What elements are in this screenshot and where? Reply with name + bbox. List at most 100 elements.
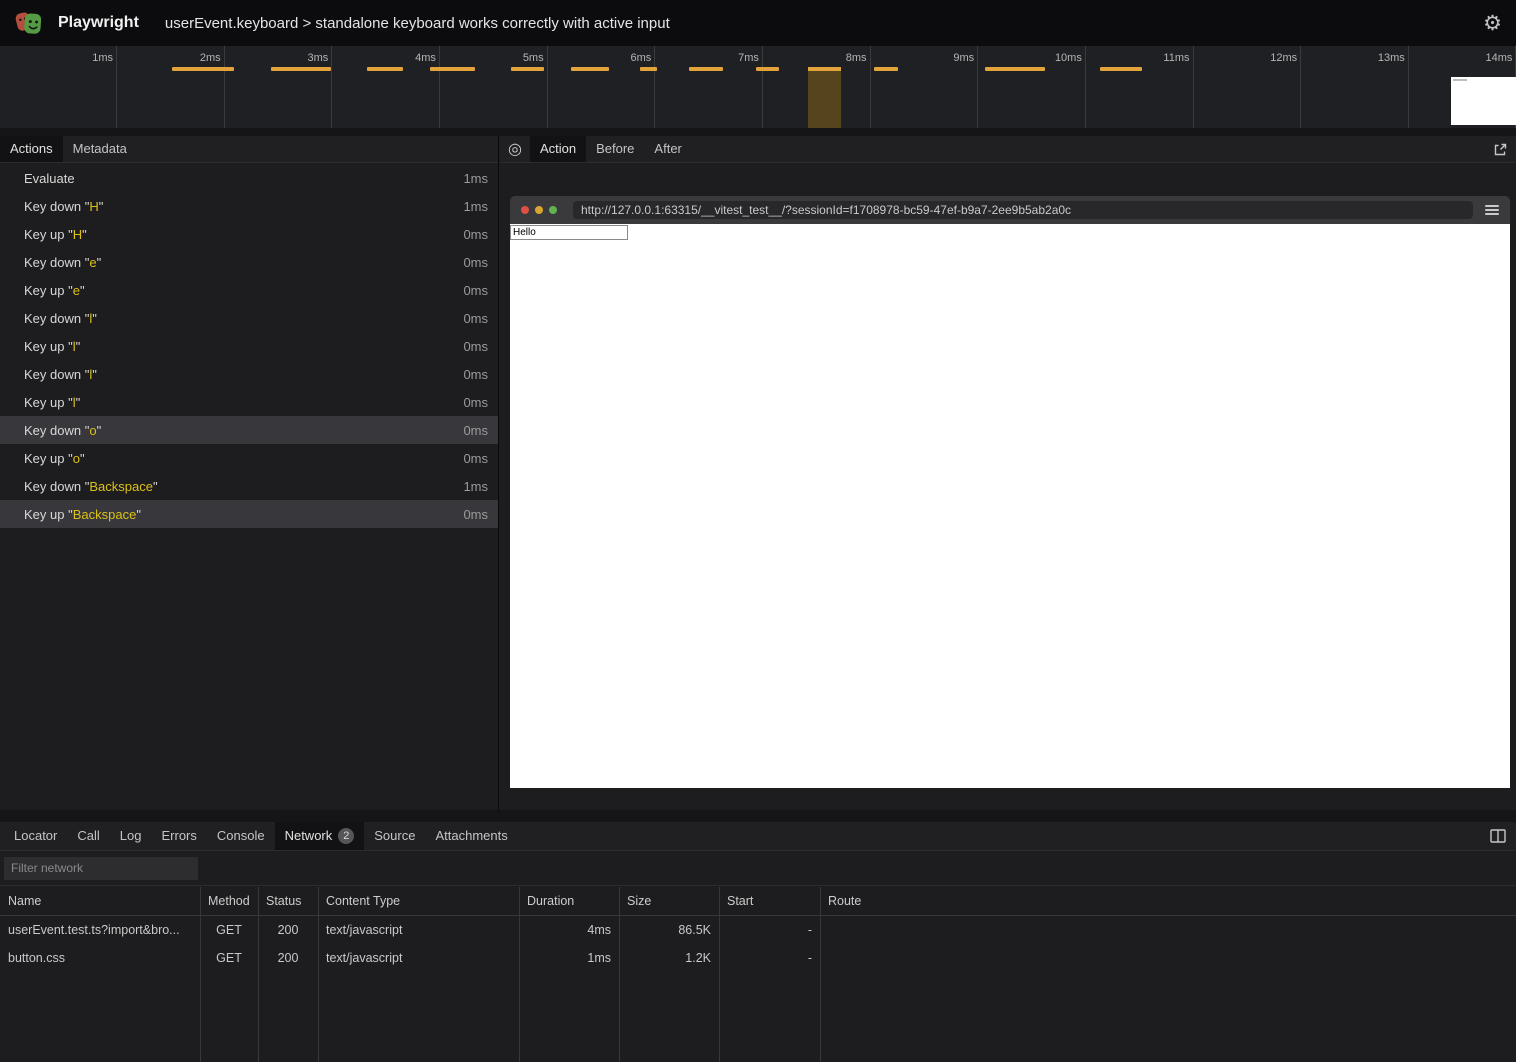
action-duration: 0ms (463, 507, 488, 522)
timeline-action-bar[interactable] (689, 67, 723, 71)
actions-panel: ActionsMetadata Evaluate "" 1ms Key down… (0, 136, 499, 810)
action-list-item[interactable]: Key down "o" 0ms (0, 416, 498, 444)
timeline-action-bar[interactable] (511, 67, 544, 71)
net-col-size[interactable]: Size (619, 894, 719, 908)
details-tabs-mount: LocatorCallLogErrorsConsoleNetwork2Sourc… (4, 822, 518, 850)
net-col-duration[interactable]: Duration (519, 894, 619, 908)
timeline-time-label: 12ms (1270, 52, 1297, 64)
timeline-action-bar[interactable] (430, 67, 475, 71)
settings-gear-icon[interactable]: ⚙ (1483, 13, 1502, 34)
snapshot-page[interactable] (510, 224, 1510, 788)
action-list-item[interactable]: Key up "Backspace" 0ms (0, 500, 498, 528)
net-duration: 4ms (519, 923, 619, 937)
table-column-separator (519, 887, 520, 1062)
action-duration: 0ms (463, 339, 488, 354)
action-list-item[interactable]: Key down "Backspace" 1ms (0, 472, 498, 500)
traffic-red-icon (521, 206, 529, 214)
pick-locator-target-icon[interactable]: ◎ (508, 136, 522, 162)
net-col-route[interactable]: Route (820, 894, 1516, 908)
tab-console[interactable]: Console (207, 822, 275, 850)
traffic-light-dots (521, 206, 557, 214)
tab-source[interactable]: Source (364, 822, 425, 850)
action-list-item[interactable]: Key down "e" 0ms (0, 248, 498, 276)
test-title: userEvent.keyboard > standalone keyboard… (165, 15, 670, 32)
split-columns-icon[interactable] (1490, 829, 1506, 843)
timeline-action-bar[interactable] (640, 67, 657, 71)
action-list-item[interactable]: Key up "l" 0ms (0, 332, 498, 360)
tab-locator[interactable]: Locator (4, 822, 67, 850)
tab-attachments[interactable]: Attachments (425, 822, 517, 850)
timeline-action-bar[interactable] (172, 67, 234, 71)
timeline-action-bar[interactable] (756, 67, 779, 71)
trace-timeline[interactable]: 1ms2ms3ms4ms5ms6ms7ms8ms9ms10ms11ms12ms1… (0, 46, 1516, 128)
action-list-item[interactable]: Key up "H" 0ms (0, 220, 498, 248)
timeline-action-bar[interactable] (571, 67, 609, 71)
timeline-time-label: 10ms (1055, 52, 1082, 64)
net-name: userEvent.test.ts?import&bro... (0, 923, 200, 937)
timeline-screenshot-thumbnail[interactable] (1451, 77, 1516, 125)
table-column-separator (258, 887, 259, 1062)
action-list-item[interactable]: Key down "l" 0ms (0, 304, 498, 332)
details-tabstrip: LocatorCallLogErrorsConsoleNetwork2Sourc… (0, 822, 1516, 851)
tab-before[interactable]: Before (586, 136, 644, 162)
snapshot-url-bar: http://127.0.0.1:63315/__vitest_test__/?… (573, 201, 1473, 219)
tab-action[interactable]: Action (530, 136, 586, 162)
tab-call[interactable]: Call (67, 822, 109, 850)
open-snapshot-external-icon[interactable] (1493, 142, 1508, 157)
table-column-separator (719, 887, 720, 1062)
table-column-separator (318, 887, 319, 1062)
table-column-separator (200, 887, 201, 1062)
net-size: 86.5K (619, 923, 719, 937)
timeline-action-bar[interactable] (1100, 67, 1142, 71)
timeline-time-label: 8ms (846, 52, 867, 64)
tab-log[interactable]: Log (110, 822, 152, 850)
tab-errors[interactable]: Errors (151, 822, 206, 850)
net-content-type: text/javascript (318, 923, 519, 937)
timeline-grid-line (1300, 46, 1301, 128)
timeline-grid-line (331, 46, 332, 128)
timeline-grid-line (439, 46, 440, 128)
timeline-time-label: 14ms (1486, 52, 1513, 64)
net-col-method[interactable]: Method (200, 894, 258, 908)
net-col-start[interactable]: Start (719, 894, 820, 908)
action-list-item[interactable]: Key up "l" 0ms (0, 388, 498, 416)
net-start: - (719, 923, 820, 937)
timeline-time-label: 4ms (415, 52, 436, 64)
action-list-item[interactable]: Key up "o" 0ms (0, 444, 498, 472)
tab-network[interactable]: Network2 (275, 822, 365, 850)
timeline-grid-line (870, 46, 871, 128)
table-column-separator (619, 887, 620, 1062)
net-col-status[interactable]: Status (258, 894, 318, 908)
net-status: 200 (258, 951, 318, 965)
timeline-action-bar[interactable] (367, 67, 403, 71)
timeline-grid-line (654, 46, 655, 128)
timeline-time-label: 3ms (308, 52, 329, 64)
horizontal-splitter[interactable] (0, 810, 1516, 822)
timeline-time-label: 9ms (953, 52, 974, 64)
network-rows-mount: userEvent.test.ts?import&bro... GET 200 … (0, 916, 1516, 972)
timeline-selected-action[interactable] (808, 67, 841, 128)
timeline-action-bar[interactable] (874, 67, 898, 71)
strip-spacer (692, 136, 1493, 162)
network-table-row[interactable]: button.css GET 200 text/javascript 1ms 1… (0, 944, 1516, 972)
action-list-item[interactable]: Key down "H" 1ms (0, 192, 498, 220)
timeline-divider (0, 128, 1516, 136)
timeline-action-bar[interactable] (985, 67, 1045, 71)
network-table-row[interactable]: userEvent.test.ts?import&bro... GET 200 … (0, 916, 1516, 944)
action-duration: 0ms (463, 311, 488, 326)
net-col-name[interactable]: Name (0, 894, 200, 908)
snapshot-tabs-mount: ActionBeforeAfter (530, 136, 692, 162)
snapshot-browser-chrome: http://127.0.0.1:63315/__vitest_test__/?… (510, 196, 1510, 224)
tab-actions[interactable]: Actions (0, 136, 63, 162)
network-filter-input[interactable] (4, 857, 198, 880)
action-list-item[interactable]: Key up "e" 0ms (0, 276, 498, 304)
tab-after[interactable]: After (644, 136, 691, 162)
action-list-item[interactable]: Evaluate "" 1ms (0, 164, 498, 192)
actions-list: Evaluate "" 1ms Key down "H" 1ms Key up … (0, 164, 498, 810)
timeline-time-label: 11ms (1163, 52, 1189, 64)
action-list-item[interactable]: Key down "l" 0ms (0, 360, 498, 388)
tab-metadata[interactable]: Metadata (63, 136, 137, 162)
timeline-action-bar[interactable] (271, 67, 331, 71)
net-start: - (719, 951, 820, 965)
net-col-content-type[interactable]: Content Type (318, 894, 519, 908)
